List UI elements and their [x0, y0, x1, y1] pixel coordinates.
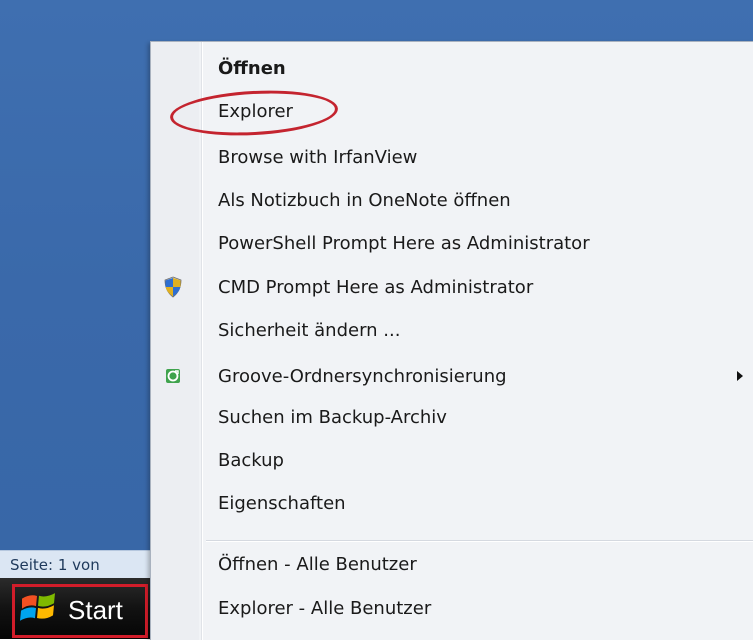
menu-item-oeffnen-alle-benutzer[interactable]: Öffnen - Alle Benutzer [151, 544, 753, 584]
menu-item-label: PowerShell Prompt Here as Administrator [218, 232, 590, 254]
status-bar-text: Seite: 1 von [10, 556, 100, 574]
menu-item-backup-archiv[interactable]: Suchen im Backup-Archiv [151, 397, 753, 437]
menu-item-label: Eigenschaften [218, 492, 346, 514]
windows-logo-icon [20, 593, 55, 621]
menu-item-powershell-admin[interactable]: PowerShell Prompt Here as Administrator [151, 223, 753, 263]
menu-item-onenote[interactable]: Als Notizbuch in OneNote öffnen [151, 180, 753, 220]
menu-item-groove[interactable]: Groove-Ordnersynchronisierung [151, 356, 753, 396]
menu-item-label: Sicherheit ändern ... [218, 319, 401, 341]
menu-item-oeffnen[interactable]: Öffnen [151, 48, 753, 88]
menu-item-label: Öffnen [218, 57, 286, 79]
menu-item-eigenschaften[interactable]: Eigenschaften [151, 483, 753, 523]
menu-item-label: Suchen im Backup-Archiv [218, 406, 447, 428]
menu-item-explorer-alle-benutzer[interactable]: Explorer - Alle Benutzer [151, 588, 753, 628]
menu-item-label: Explorer [218, 100, 293, 122]
menu-item-explorer[interactable]: Explorer [151, 91, 753, 131]
menu-item-label: Öffnen - Alle Benutzer [218, 553, 417, 575]
menu-item-browse-irfanview[interactable]: Browse with IrfanView [151, 137, 753, 177]
menu-item-label: CMD Prompt Here as Administrator [218, 276, 534, 298]
submenu-arrow-icon [737, 371, 743, 381]
groove-icon [166, 369, 180, 383]
start-label: Start [68, 594, 123, 625]
menu-item-label: Backup [218, 449, 284, 471]
status-bar: Seite: 1 von [0, 550, 150, 578]
menu-item-backup[interactable]: Backup [151, 440, 753, 480]
menu-item-label: Browse with IrfanView [218, 146, 418, 168]
menu-divider [206, 540, 753, 542]
menu-item-cmd-admin[interactable]: CMD Prompt Here as Administrator [151, 267, 753, 307]
menu-item-label: Als Notizbuch in OneNote öffnen [218, 189, 511, 211]
menu-item-label: Groove-Ordnersynchronisierung [218, 365, 507, 387]
uac-shield-icon [164, 276, 182, 298]
menu-item-label: Explorer - Alle Benutzer [218, 597, 432, 619]
context-menu: Öffnen Explorer Browse with IrfanView Al… [150, 41, 753, 640]
menu-item-sicherheit[interactable]: Sicherheit ändern ... [151, 310, 753, 350]
start-button[interactable]: Start [12, 584, 148, 636]
